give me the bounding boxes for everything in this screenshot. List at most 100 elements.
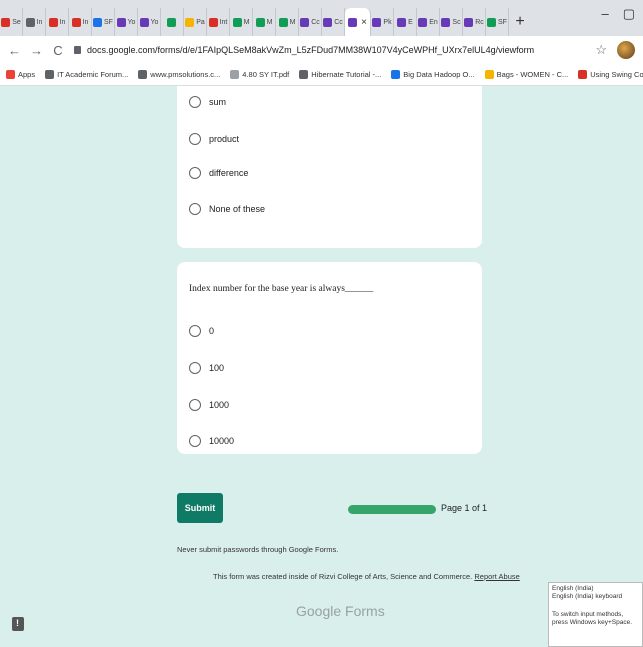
option-label: 0 bbox=[209, 326, 215, 336]
bookmark-label: 4.80 SY IT.pdf bbox=[242, 70, 290, 79]
lock-icon[interactable] bbox=[74, 46, 81, 54]
bookmark-item[interactable]: www.pmsolutions.c... bbox=[138, 70, 220, 79]
window-controls: – ▢ bbox=[601, 6, 635, 22]
radio-option[interactable]: difference bbox=[189, 167, 248, 179]
browser-tab[interactable]: Pk bbox=[371, 8, 394, 36]
feedback-icon[interactable] bbox=[12, 617, 24, 631]
bookmark-item[interactable]: Big Data Hadoop O... bbox=[391, 70, 475, 79]
browser-tab[interactable]: M bbox=[253, 8, 276, 36]
tab-strip: Se In In In SF Yo Yo Pa Int M M M Cc Cc × Pk E En Sc Rc SF + bbox=[0, 0, 643, 36]
bookmark-favicon-icon bbox=[299, 70, 309, 79]
tab-favicon-icon bbox=[232, 17, 242, 27]
minimize-button[interactable]: – bbox=[601, 6, 608, 22]
browser-tab[interactable]: × bbox=[345, 8, 371, 36]
tab-label: En bbox=[429, 18, 438, 26]
profile-avatar[interactable] bbox=[617, 41, 635, 59]
bookmark-item[interactable]: Using Swing Comp... bbox=[578, 70, 643, 79]
radio-button[interactable] bbox=[189, 133, 201, 145]
tab-label: Pk bbox=[383, 18, 392, 26]
tab-label: Yo bbox=[127, 18, 136, 26]
new-tab-button[interactable]: + bbox=[509, 8, 531, 36]
reload-icon[interactable]: C bbox=[52, 43, 64, 58]
tab-favicon-icon bbox=[397, 17, 407, 27]
browser-tab[interactable]: Sc bbox=[440, 8, 463, 36]
radio-option[interactable]: product bbox=[189, 133, 239, 145]
tab-label: E bbox=[408, 18, 413, 26]
radio-button[interactable] bbox=[189, 362, 201, 374]
tab-favicon-icon bbox=[116, 17, 126, 27]
ime-keyboard: English (India) keyboard bbox=[552, 593, 623, 601]
bookmark-item[interactable]: IT Academic Forum... bbox=[45, 70, 128, 79]
tab-label: In bbox=[82, 18, 89, 26]
close-tab-icon[interactable]: × bbox=[361, 17, 367, 28]
tab-favicon-icon bbox=[372, 17, 382, 27]
browser-tab[interactable]: Cc bbox=[322, 8, 345, 36]
radio-button[interactable] bbox=[189, 167, 201, 179]
radio-button[interactable] bbox=[189, 399, 201, 411]
bookmark-label: Hibernate Tutorial -... bbox=[311, 70, 382, 79]
browser-tab[interactable]: En bbox=[417, 8, 440, 36]
tab-favicon-icon bbox=[25, 17, 35, 27]
bookmark-star-icon[interactable]: ☆ bbox=[595, 42, 607, 58]
browser-tab[interactable]: Cc bbox=[299, 8, 322, 36]
browser-tab[interactable]: Yo bbox=[138, 8, 161, 36]
browser-tab[interactable]: In bbox=[23, 8, 46, 36]
browser-tab[interactable]: E bbox=[394, 8, 417, 36]
page-indicator: Page 1 of 1 bbox=[441, 503, 488, 513]
forward-arrow-icon[interactable]: → bbox=[30, 43, 43, 58]
browser-tab[interactable]: In bbox=[69, 8, 92, 36]
browser-tab[interactable]: Rc bbox=[463, 8, 486, 36]
browser-tab[interactable]: Int bbox=[207, 8, 230, 36]
address-bar[interactable]: docs.google.com/forms/d/e/1FAIpQLSeM8akV… bbox=[74, 40, 585, 60]
tab-favicon-icon bbox=[166, 17, 176, 27]
tab-favicon-icon bbox=[323, 17, 333, 27]
browser-tab[interactable]: Se bbox=[0, 8, 23, 36]
browser-tab[interactable]: Pa bbox=[184, 8, 207, 36]
bookmark-item[interactable]: Bags - WOMEN - C... bbox=[484, 70, 568, 79]
browser-tab[interactable]: M bbox=[276, 8, 299, 36]
radio-option[interactable]: 10000 bbox=[189, 435, 234, 447]
bookmark-favicon-icon bbox=[391, 70, 401, 79]
maximize-button[interactable]: ▢ bbox=[623, 6, 635, 22]
bookmark-favicon-icon bbox=[45, 70, 55, 79]
browser-toolbar: ← → C docs.google.com/forms/d/e/1FAIpQLS… bbox=[0, 36, 643, 64]
radio-button[interactable] bbox=[189, 96, 201, 108]
created-by-label: This form was created inside of Rizvi Co… bbox=[213, 572, 473, 581]
tab-favicon-icon bbox=[418, 17, 428, 27]
radio-option[interactable]: 1000 bbox=[189, 399, 229, 411]
option-label: None of these bbox=[209, 204, 266, 214]
bookmark-favicon-icon bbox=[6, 70, 15, 79]
browser-tab[interactable]: SF bbox=[486, 8, 509, 36]
question-card-1: sum product difference None of these bbox=[177, 86, 482, 248]
browser-tab[interactable]: SF bbox=[92, 8, 115, 36]
radio-button[interactable] bbox=[189, 325, 201, 337]
report-abuse-link[interactable]: Report Abuse bbox=[474, 572, 519, 581]
radio-option[interactable]: 100 bbox=[189, 362, 224, 374]
bookmark-label: www.pmsolutions.c... bbox=[150, 70, 221, 79]
tab-favicon-icon bbox=[93, 17, 103, 27]
radio-option[interactable]: None of these bbox=[189, 203, 265, 215]
submit-button[interactable]: Submit bbox=[177, 493, 223, 523]
url-text[interactable]: docs.google.com/forms/d/e/1FAIpQLSeM8akV… bbox=[87, 45, 534, 55]
browser-tab[interactable]: In bbox=[46, 8, 69, 36]
bookmark-item[interactable]: Apps bbox=[6, 70, 35, 79]
bookmark-item[interactable]: 4.80 SY IT.pdf bbox=[230, 70, 289, 79]
option-label: sum bbox=[209, 97, 227, 107]
tab-label: Int bbox=[219, 18, 228, 26]
radio-option[interactable]: 0 bbox=[189, 325, 214, 337]
browser-tab[interactable] bbox=[161, 8, 184, 36]
tab-label: Pa bbox=[196, 18, 205, 26]
tab-label: SF bbox=[498, 18, 507, 26]
tab-favicon-icon bbox=[71, 17, 81, 27]
bookmark-item[interactable]: Hibernate Tutorial -... bbox=[299, 70, 381, 79]
browser-tab[interactable]: M bbox=[230, 8, 253, 36]
browser-tab[interactable]: Yo bbox=[115, 8, 138, 36]
bookmark-label: Big Data Hadoop O... bbox=[403, 70, 475, 79]
back-arrow-icon[interactable]: ← bbox=[8, 43, 21, 58]
tab-favicon-icon bbox=[208, 17, 218, 27]
radio-button[interactable] bbox=[189, 203, 201, 215]
radio-button[interactable] bbox=[189, 435, 201, 447]
tab-label: SF bbox=[104, 18, 113, 26]
radio-option[interactable]: sum bbox=[189, 96, 226, 108]
google-forms-logo: Google Forms bbox=[296, 603, 385, 619]
